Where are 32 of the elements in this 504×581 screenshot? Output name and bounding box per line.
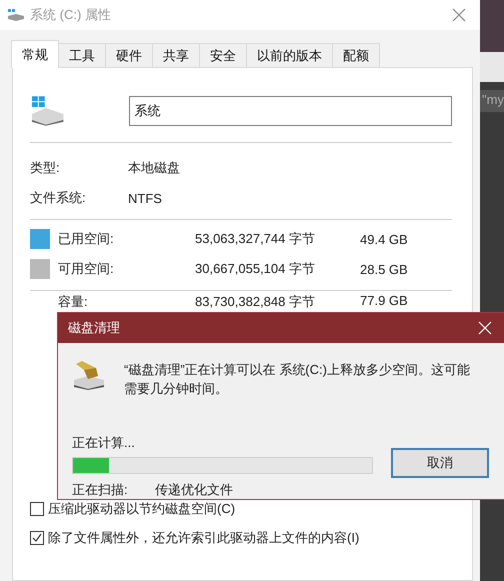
close-button[interactable]	[476, 319, 494, 337]
bytes-value: 83,730,382,848 字节	[195, 293, 316, 311]
field-value: 本地磁盘	[128, 159, 180, 177]
disk-cleanup-icon	[72, 360, 106, 390]
space-label: 容量:	[58, 293, 89, 311]
name-field[interactable]: 系统	[129, 96, 452, 126]
scan-item: 传递优化文件	[155, 481, 233, 499]
space-label: 可用空间:	[58, 260, 115, 278]
field-value: NTFS	[128, 190, 162, 206]
dialog-message: “磁盘清理”正在计算可以在 系统(C:)上释放多少空间。这可能需要几分钟时间。	[124, 361, 471, 398]
bytes-value: 30,667,055,104 字节	[195, 260, 316, 278]
checkbox-label: 除了文件属性外，还允许索引此驱动器上文件的内容(I)	[48, 529, 360, 547]
bytes-value: 53,063,327,744 字节	[195, 230, 316, 248]
status-text: 正在计算...	[72, 434, 136, 452]
checkbox[interactable]	[30, 502, 44, 516]
scan-label: 正在扫描:	[72, 481, 129, 499]
checkbox[interactable]	[30, 531, 44, 545]
field-label: 文件系统:	[30, 189, 87, 207]
size-value: 77.9 GB	[360, 293, 408, 308]
checkbox-label: 压缩此驱动器以节约磁盘空间(C)	[48, 500, 236, 518]
size-value: 28.5 GB	[360, 262, 408, 276]
window-title: 系统 (C:) 属性	[30, 6, 112, 24]
drive-icon	[8, 9, 24, 21]
tab[interactable]: 常规	[11, 40, 59, 68]
drive-icon	[30, 96, 66, 126]
space-label: 已用空间:	[58, 230, 115, 248]
background-text: "my	[480, 90, 504, 112]
dialog-title: 磁盘清理	[68, 319, 121, 337]
cancel-button[interactable]: 取消	[391, 448, 489, 478]
tab[interactable]: 配额	[332, 43, 380, 67]
field-label: 类型:	[30, 159, 61, 177]
size-value: 49.4 GB	[360, 232, 408, 246]
